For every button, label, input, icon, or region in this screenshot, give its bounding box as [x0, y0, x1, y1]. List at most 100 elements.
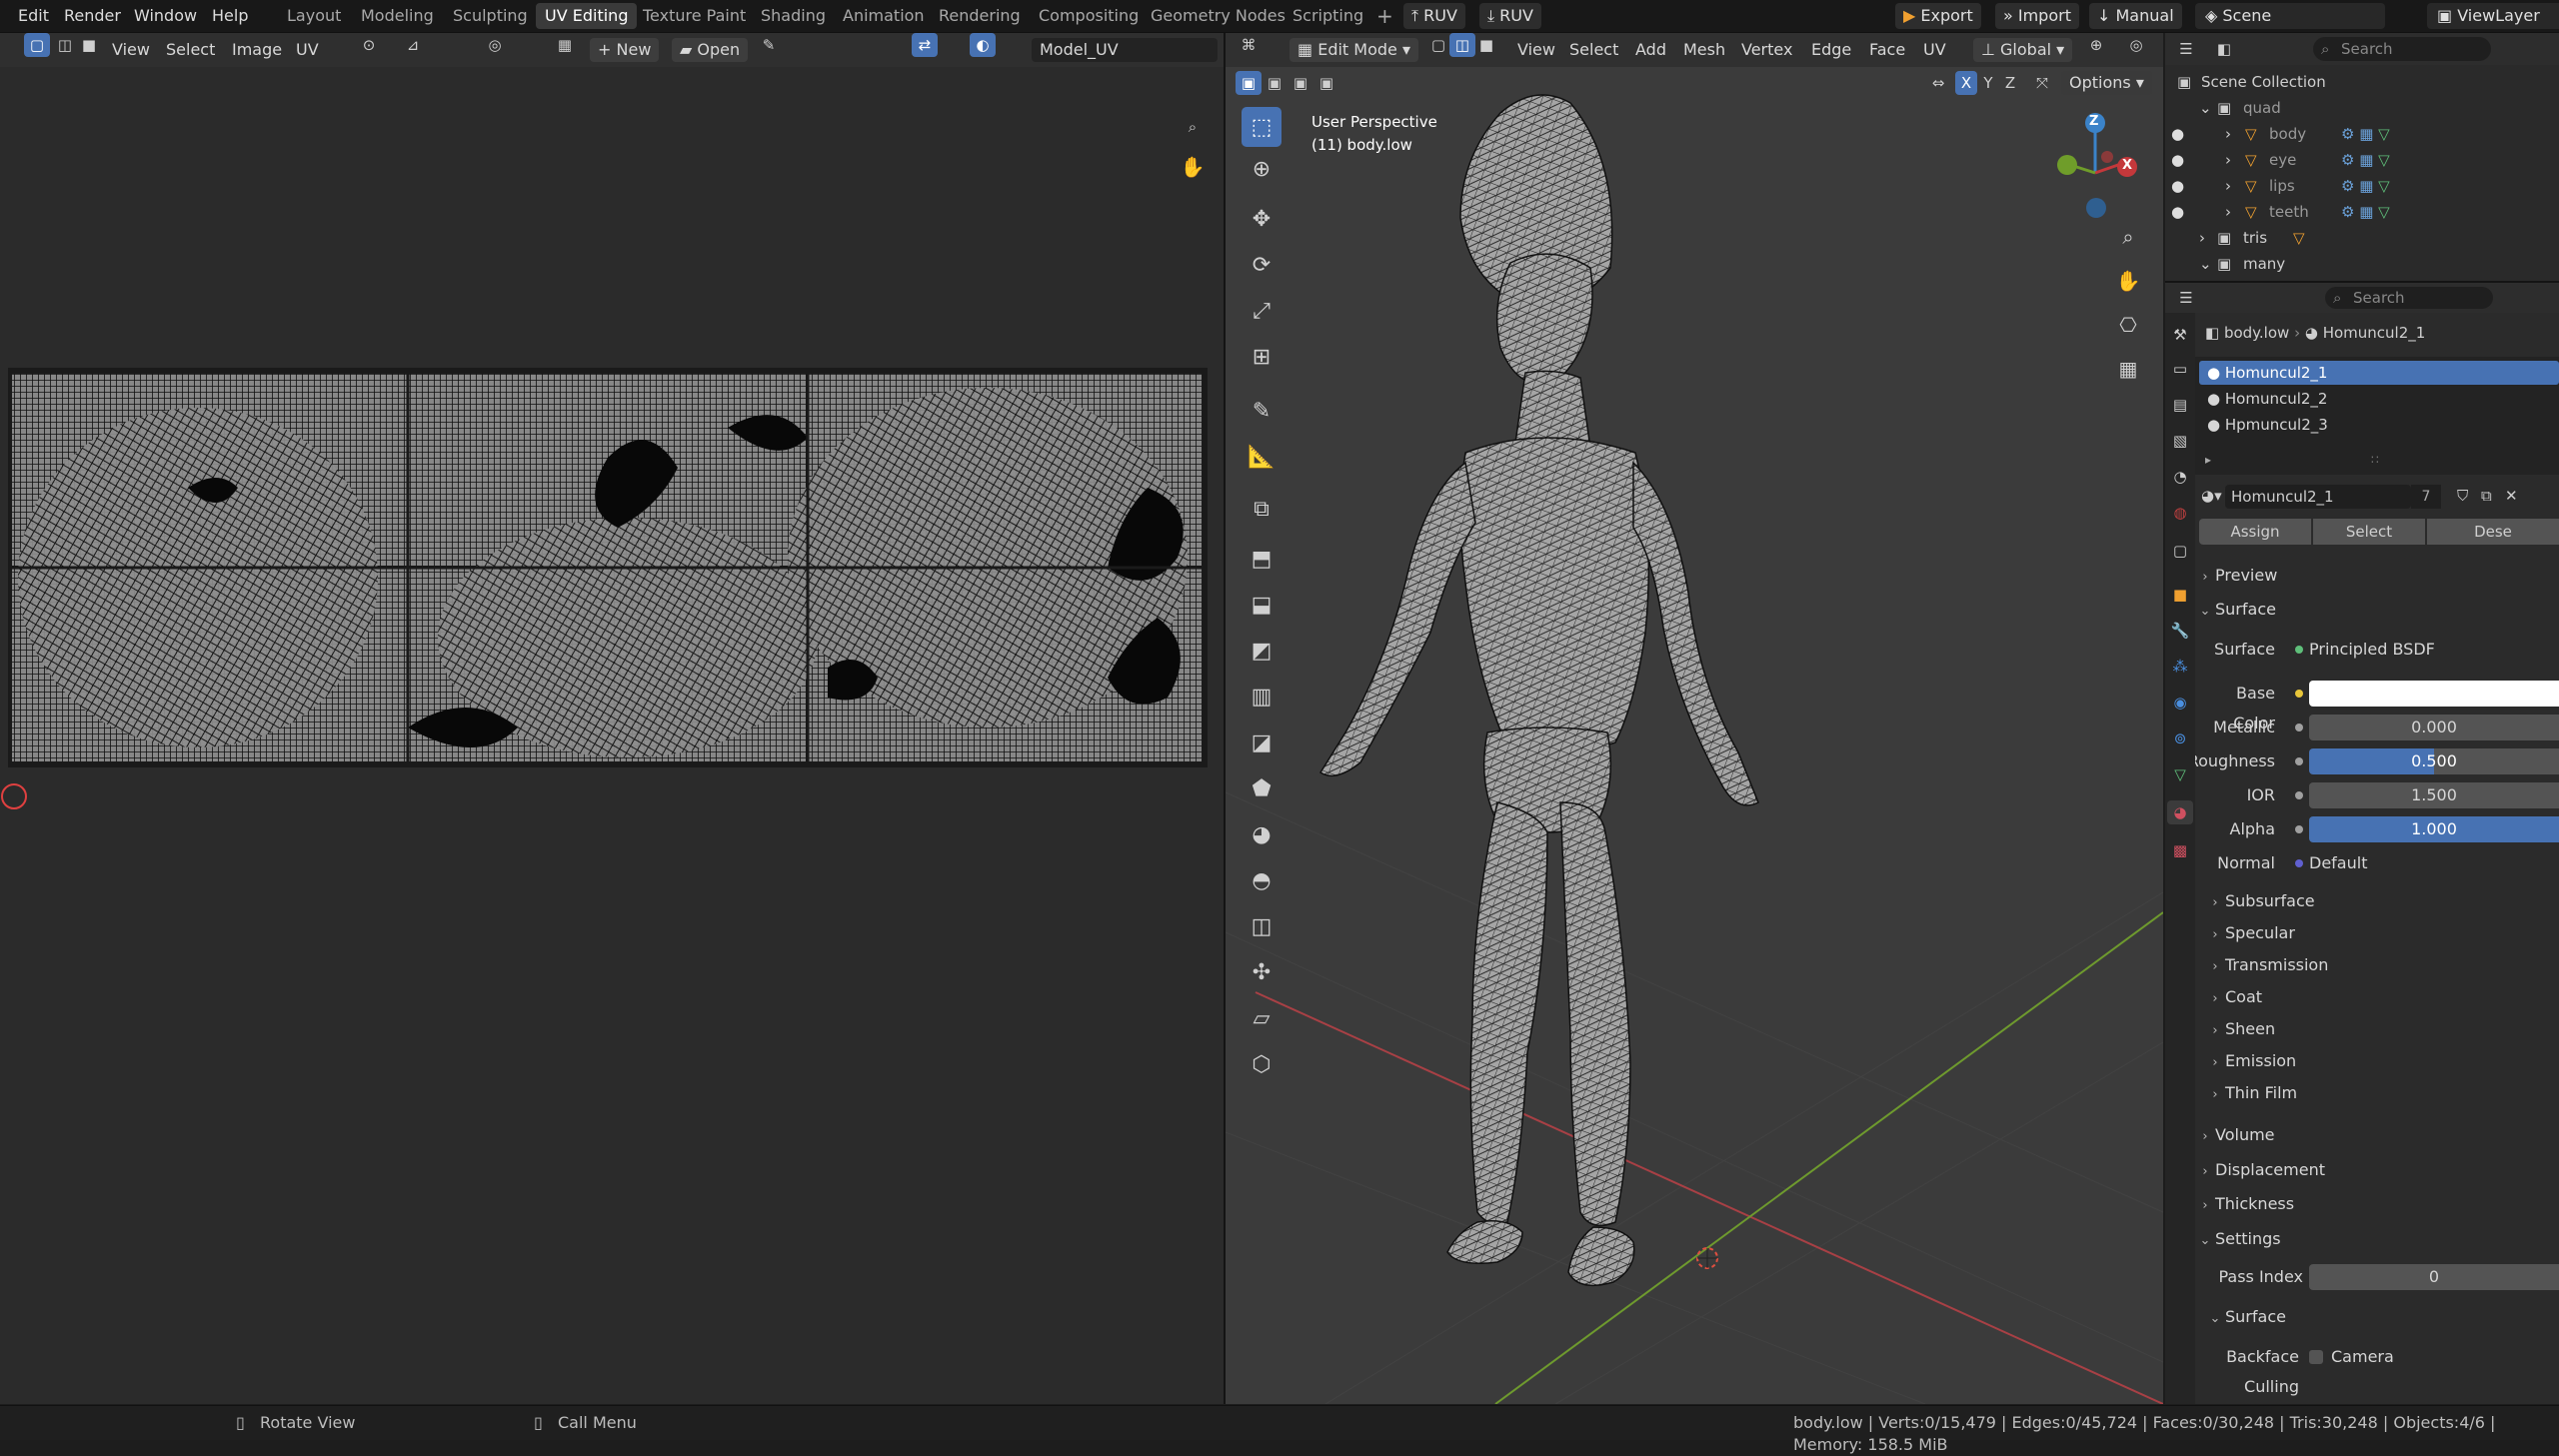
uv-layout[interactable] — [8, 368, 1208, 767]
menu-render[interactable]: Render — [58, 4, 127, 28]
uv-map-name-field[interactable]: Model_UV — [1032, 38, 1218, 62]
outliner-row-scene-collection[interactable]: ▣ Scene Collection — [2165, 69, 2559, 95]
ruv-upload-button[interactable]: ⤒ RUV — [1403, 3, 1465, 29]
section-subsurface[interactable]: › Subsurface — [2195, 886, 2559, 916]
section-transmission[interactable]: › Transmission — [2195, 950, 2559, 980]
ruv-download-button[interactable]: ⤓ RUV — [1479, 3, 1541, 29]
tab-scripting[interactable]: Scripting — [1283, 3, 1372, 29]
particles-tab-icon[interactable]: ⁂ — [2167, 655, 2193, 679]
uv-menu-uv[interactable]: UV — [290, 38, 325, 62]
select-mode-edge-icon[interactable]: ◫ — [52, 33, 78, 57]
duplicate-icon[interactable]: ⧉ — [2481, 487, 2492, 505]
outliner-editor-icon[interactable]: ☰ — [2173, 37, 2199, 61]
outliner-row-body[interactable]: ● › ▽ body ⚙ ▦ ▽ — [2165, 121, 2559, 147]
pan-hand-icon[interactable]: ✋ — [1180, 155, 1206, 179]
ortho-toggle-icon[interactable]: ▦ — [2115, 357, 2141, 381]
scene-selector[interactable]: ◈ Scene — [2195, 3, 2385, 29]
view-layer-tab-icon[interactable]: ▧ — [2167, 429, 2193, 453]
tab-rendering[interactable]: Rendering — [930, 3, 1030, 29]
move-tool-icon[interactable]: ✥ — [1242, 199, 1281, 239]
uv-menu-image[interactable]: Image — [226, 38, 288, 62]
material-slot-1[interactable]: ● Homuncul2_1 — [2199, 361, 2559, 385]
section-settings-surface[interactable]: ⌄ Surface — [2195, 1302, 2559, 1332]
viewport-scene[interactable] — [1226, 33, 2163, 1404]
tab-shading[interactable]: Shading — [752, 3, 835, 29]
section-sheen[interactable]: › Sheen — [2195, 1014, 2559, 1044]
select-box-tool-icon[interactable]: ⬚ — [1242, 107, 1281, 147]
surface-shader-selector[interactable]: Principled BSDF — [2309, 635, 2435, 665]
deselect-button[interactable]: Dese — [2427, 519, 2559, 545]
section-thin-film[interactable]: › Thin Film — [2195, 1078, 2559, 1108]
normal-input[interactable]: Default — [2309, 848, 2367, 878]
tab-animation[interactable]: Animation — [834, 3, 934, 29]
physics-tab-icon[interactable]: ◉ — [2167, 691, 2193, 715]
alpha-slider[interactable]: 1.000 — [2309, 816, 2559, 842]
assign-button[interactable]: Assign — [2199, 519, 2311, 545]
2d-cursor-icon[interactable] — [1, 783, 27, 809]
outliner-row-teeth[interactable]: ● › ▽ teeth ⚙ ▦ ▽ — [2165, 199, 2559, 225]
display-mode-icon[interactable]: ◧ — [2211, 37, 2237, 61]
outliner-row-quad[interactable]: ⌄ ▣ quad — [2165, 95, 2559, 121]
uv-menu-view[interactable]: View — [106, 38, 156, 62]
roughness-slider[interactable]: 0.500 — [2309, 748, 2559, 774]
tab-texture-paint[interactable]: Texture Paint — [634, 3, 755, 29]
edge-slide-tool-icon[interactable]: ◫ — [1242, 906, 1281, 946]
scene-tab-icon[interactable]: ◔ — [2167, 465, 2193, 489]
expand-arrow-icon[interactable]: ▸ — [2205, 453, 2211, 467]
shear-tool-icon[interactable]: ▱ — [1242, 998, 1281, 1038]
outliner-row-eye[interactable]: ● › ▽ eye ⚙ ▦ ▽ — [2165, 147, 2559, 173]
section-coat[interactable]: › Coat — [2195, 982, 2559, 1012]
pivot-icon[interactable]: ⊙ — [356, 33, 382, 57]
section-thickness[interactable]: › Thickness — [2195, 1189, 2559, 1219]
section-volume[interactable]: › Volume — [2195, 1120, 2559, 1150]
tab-sculpting[interactable]: Sculpting — [444, 3, 537, 29]
section-emission[interactable]: › Emission — [2195, 1046, 2559, 1076]
pin-icon[interactable]: ✎ — [756, 33, 782, 57]
section-settings[interactable]: ⌄ Settings — [2195, 1224, 2559, 1254]
rip-tool-icon[interactable]: ⬡ — [1242, 1044, 1281, 1084]
pass-index-field[interactable]: 0 — [2309, 1264, 2559, 1290]
uv-sync-icon[interactable]: ⇄ — [912, 33, 938, 57]
zoom-icon[interactable]: ⌕ — [1180, 115, 1206, 139]
rotate-tool-icon[interactable]: ⟳ — [1242, 245, 1281, 285]
import-button[interactable]: » Import — [1995, 3, 2079, 29]
cursor-tool-icon[interactable]: ⊕ — [1242, 149, 1281, 189]
overlays-icon[interactable]: ◐ — [970, 33, 996, 57]
section-surface[interactable]: ⌄ Surface — [2195, 595, 2559, 625]
loop-cut-tool-icon[interactable]: ▥ — [1242, 677, 1281, 717]
outliner-row-many[interactable]: ⌄ ▣ many — [2165, 251, 2559, 277]
world-tab-icon[interactable]: ◍ — [2167, 501, 2193, 525]
unlink-icon[interactable]: ✕ — [2505, 487, 2518, 505]
list-resize-handle-icon[interactable]: ∷ — [2371, 453, 2379, 467]
poly-build-tool-icon[interactable]: ⬟ — [1242, 768, 1281, 808]
uv-editor[interactable]: ▢ ◫ ■ View Select Image UV ⊙ ⊿ ◎ ▦ + New… — [0, 33, 1226, 1404]
modifier-tab-icon[interactable]: 🔧 — [2167, 619, 2193, 643]
proportional-edit-icon[interactable]: ◎ — [482, 33, 508, 57]
material-tab-icon[interactable]: ◕ — [2167, 800, 2193, 824]
transform-tool-icon[interactable]: ⊞ — [1242, 337, 1281, 377]
collection-tab-icon[interactable]: ▢ — [2167, 539, 2193, 563]
select-button[interactable]: Select — [2313, 519, 2425, 545]
material-name-field[interactable]: Homuncul2_1 — [2225, 485, 2411, 509]
outliner-search-input[interactable]: ⌕ Search — [2313, 37, 2491, 61]
metallic-field[interactable]: 0.000 — [2309, 715, 2559, 740]
material-slot-list[interactable]: ● Homuncul2_1 ● Homuncul2_2 ● Hpmuncul2_… — [2195, 357, 2559, 475]
spin-tool-icon[interactable]: ◕ — [1242, 814, 1281, 854]
snap-icon[interactable]: ⊿ — [400, 33, 426, 57]
material-datablock[interactable]: ◕▾ Homuncul2_1 7 ⛉ ⧉ ✕ — [2195, 485, 2559, 511]
add-cube-tool-icon[interactable]: ⧉ — [1242, 489, 1281, 529]
extrude-tool-icon[interactable]: ⬒ — [1242, 539, 1281, 579]
select-mode-vertex-icon[interactable]: ▢ — [24, 33, 50, 57]
manual-button[interactable]: ↓ Manual — [2089, 3, 2182, 29]
menu-edit[interactable]: Edit — [12, 4, 55, 28]
export-button[interactable]: ▶ Export — [1895, 3, 1981, 29]
bevel-tool-icon[interactable]: ◩ — [1242, 631, 1281, 671]
menu-help[interactable]: Help — [206, 4, 254, 28]
inset-tool-icon[interactable]: ⬓ — [1242, 585, 1281, 625]
backface-camera-checkbox[interactable] — [2309, 1350, 2323, 1364]
properties-editor[interactable]: ☰ ⌕ Search ⚒ ▭ ▤ ▧ ◔ ◍ ▢ ■ 🔧 ⁂ ◉ ⊚ ▽ ◕ ▩ … — [2165, 283, 2559, 1404]
tab-compositing[interactable]: Compositing — [1030, 3, 1148, 29]
fake-user-icon[interactable]: ⛉ — [2457, 487, 2468, 505]
outliner-row-lips[interactable]: ● › ▽ lips ⚙ ▦ ▽ — [2165, 173, 2559, 199]
tool-tab-icon[interactable]: ⚒ — [2167, 323, 2193, 347]
